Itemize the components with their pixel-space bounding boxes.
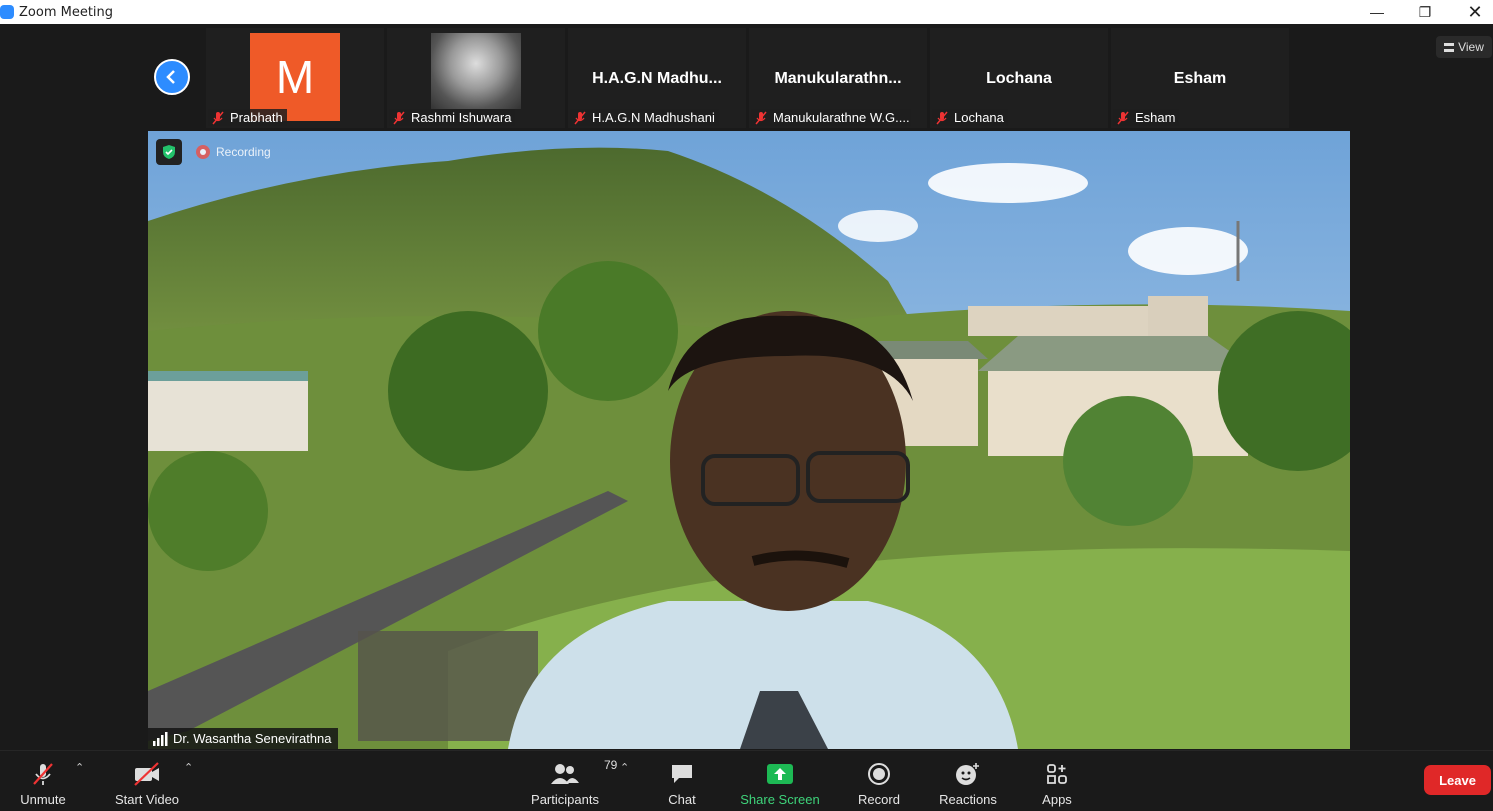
participant-label: Esham <box>1135 110 1176 125</box>
participant-label: Rashmi Ishuwara <box>411 110 512 125</box>
record-label: Record <box>858 792 900 807</box>
speaker-name: Dr. Wasantha Senevirathna <box>173 731 332 746</box>
participant-display-name: Manukularathn... <box>774 70 902 87</box>
participant-name-tag: H.A.G.N Madhushani <box>570 109 719 126</box>
muted-mic-icon <box>935 111 949 125</box>
speaker-figure <box>508 311 1018 749</box>
participant-strip: M Prabhath Rashmi Ishuwara H.A.G.N Madhu… <box>0 24 1493 130</box>
share-screen-label: Share Screen <box>740 792 820 807</box>
reactions-button[interactable]: Reactions <box>936 755 1000 807</box>
participant-count: 79 <box>604 758 618 772</box>
zoom-app-icon <box>0 5 14 19</box>
participant-name-tag: Rashmi Ishuwara <box>389 109 516 126</box>
title-bar: Zoom Meeting — ❐ ✕ <box>0 0 1493 24</box>
avatar-photo <box>431 33 521 109</box>
apps-button[interactable]: Apps <box>1034 755 1080 807</box>
participant-display-name: H.A.G.N Madhu... <box>592 70 722 87</box>
signal-bars-icon <box>153 731 168 746</box>
window-title: Zoom Meeting <box>19 4 114 20</box>
chat-icon <box>672 765 692 783</box>
muted-mic-icon <box>211 111 225 125</box>
video-options-caret-icon[interactable]: ⌃ <box>184 761 193 774</box>
muted-mic-icon <box>573 111 587 125</box>
participants-label: Participants <box>531 792 599 807</box>
audio-options-caret-icon[interactable]: ⌃ <box>75 761 84 774</box>
start-video-label: Start Video <box>114 792 180 807</box>
recording-label: Recording <box>216 145 271 159</box>
speaker-name-tag: Dr. Wasantha Senevirathna <box>148 728 338 749</box>
muted-mic-icon <box>392 111 406 125</box>
participant-name-tag: Lochana <box>932 109 1008 126</box>
participants-options-caret-icon[interactable]: ⌃ <box>620 761 629 774</box>
participant-display-name: Lochana <box>986 70 1052 87</box>
muted-mic-icon <box>1116 111 1130 125</box>
participant-tile[interactable]: Manukularathn... Manukularathne W.G.... <box>749 28 927 128</box>
participant-name-tag: Esham <box>1113 109 1180 126</box>
muted-mic-icon <box>754 111 768 125</box>
participant-label: Lochana <box>954 110 1004 125</box>
record-icon <box>868 763 890 785</box>
chevron-left-icon <box>166 70 175 84</box>
record-button[interactable]: Record <box>852 755 906 807</box>
view-label: View <box>1458 40 1484 54</box>
muted-mic-icon <box>33 763 53 785</box>
recording-indicator: Recording <box>196 145 271 159</box>
minimize-button[interactable]: — <box>1354 0 1400 24</box>
apps-label: Apps <box>1042 792 1072 807</box>
unmute-label: Unmute <box>20 792 66 807</box>
encryption-shield-icon[interactable] <box>156 139 182 165</box>
meeting-stage: M Prabhath Rashmi Ishuwara H.A.G.N Madhu… <box>0 24 1493 750</box>
participant-label: Manukularathne W.G.... <box>773 110 910 125</box>
grid-icon <box>1444 42 1455 52</box>
participant-tile[interactable]: Rashmi Ishuwara <box>387 28 565 128</box>
close-button[interactable]: ✕ <box>1452 0 1493 24</box>
meeting-toolbar: Unmute ⌃ Start Video ⌃ 79 Participants ⌃… <box>0 750 1493 811</box>
participants-icon <box>551 764 579 784</box>
participant-label: Prabhath <box>230 110 283 125</box>
participant-tile[interactable]: H.A.G.N Madhu... H.A.G.N Madhushani <box>568 28 746 128</box>
share-screen-icon <box>767 764 793 784</box>
chat-label: Chat <box>668 792 696 807</box>
restore-button[interactable]: ❐ <box>1402 0 1448 24</box>
participant-name-tag: Manukularathne W.G.... <box>751 109 911 126</box>
view-button[interactable]: View <box>1436 36 1492 58</box>
recording-dot-icon <box>196 145 210 159</box>
previous-page-button[interactable] <box>154 59 190 95</box>
reactions-label: Reactions <box>939 792 997 807</box>
reactions-icon <box>956 763 979 785</box>
participant-label: H.A.G.N Madhushani <box>592 110 715 125</box>
participant-name-tag: Prabhath <box>208 109 287 126</box>
active-speaker-video[interactable]: Recording Dr. Wasantha Senevirathna <box>148 131 1350 749</box>
start-video-button[interactable]: Start Video <box>110 755 184 807</box>
participant-tile[interactable]: M Prabhath <box>206 28 384 128</box>
participant-tile[interactable]: Lochana Lochana <box>930 28 1108 128</box>
participants-button[interactable]: 79 Participants <box>528 755 617 807</box>
leave-button[interactable]: Leave <box>1424 765 1491 795</box>
participant-display-name: Esham <box>1173 70 1227 87</box>
unmute-button[interactable]: Unmute <box>12 755 74 807</box>
participant-tile[interactable]: Esham Esham <box>1111 28 1289 128</box>
avatar: M <box>250 33 340 121</box>
share-screen-button[interactable]: Share Screen <box>738 755 822 807</box>
apps-icon <box>1047 764 1067 784</box>
video-off-icon <box>134 762 159 786</box>
chat-button[interactable]: Chat <box>656 755 708 807</box>
